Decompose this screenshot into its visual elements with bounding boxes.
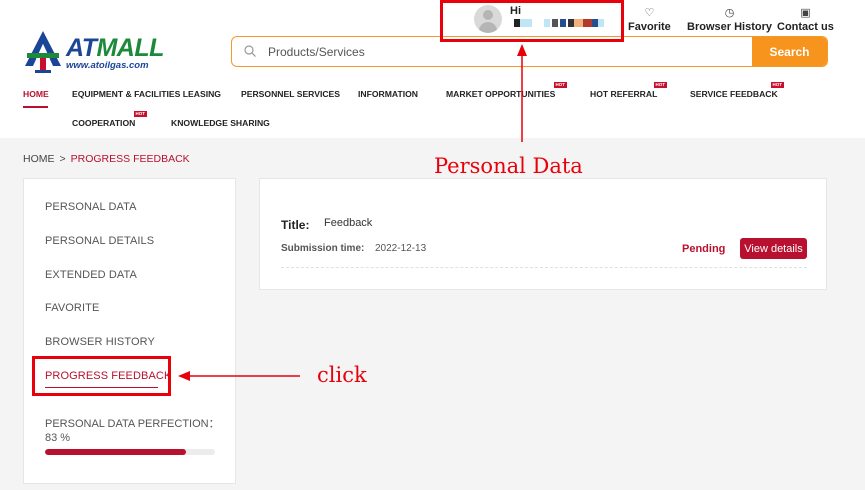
perfection-progress-bar	[45, 449, 215, 455]
heart-icon: ♡	[644, 7, 655, 19]
personal-data-annotation: Personal Data	[434, 154, 583, 178]
nav-information[interactable]: INFORMATION	[358, 89, 418, 99]
sidebar-item-favorite[interactable]: FAVORITE	[45, 302, 99, 314]
hot-badge: HOT	[554, 82, 567, 88]
perfection-label-text: PERSONAL DATA PERFECTION：	[45, 418, 220, 430]
status-badge: Pending	[682, 243, 726, 255]
search-button[interactable]: Search	[752, 37, 827, 66]
submission-time-label: Submission time:	[281, 243, 365, 254]
view-details-button[interactable]: View details	[740, 238, 807, 259]
nav-equipment[interactable]: EQUIPMENT & FACILITIES LEASING	[72, 89, 221, 99]
logo-mark-icon	[25, 31, 61, 73]
search-icon	[244, 45, 256, 57]
page: ATMALL www.atoilgas.com Hi ♡ Favorite ◷ …	[0, 0, 865, 490]
nav-market-opportunities[interactable]: MARKET OPPORTUNITIES	[446, 89, 555, 99]
personal-data-highlight-box	[440, 0, 624, 42]
perfection-value: 83 %	[45, 432, 71, 444]
perfection-progress-fill	[45, 449, 187, 455]
contact-icon: ▣	[800, 7, 811, 19]
feedback-card: Title: Feedback Submission time: 2022-12…	[259, 178, 827, 290]
submission-time-value: 2022-12-13	[375, 243, 427, 254]
breadcrumb-separator: >	[59, 153, 66, 165]
site-header: ATMALL www.atoilgas.com Hi ♡ Favorite ◷ …	[0, 0, 865, 138]
brand-at: AT	[66, 34, 97, 62]
feedback-title-label: Title:	[281, 218, 310, 232]
nav-cooperation[interactable]: COOPERATION	[72, 118, 135, 128]
brand-url: www.atoilgas.com	[66, 60, 149, 71]
sidebar-item-browser-history[interactable]: BROWSER HISTORY	[45, 336, 155, 348]
breadcrumb-home[interactable]: HOME	[23, 153, 55, 165]
favorite-link[interactable]: ♡ Favorite	[628, 7, 671, 34]
click-annotation: click	[317, 363, 367, 387]
hot-badge: HOT	[771, 82, 784, 88]
clock-icon: ◷	[724, 7, 735, 19]
card-divider	[281, 267, 807, 268]
breadcrumb: HOME > PROGRESS FEEDBACK	[23, 153, 190, 165]
hot-badge: HOT	[134, 111, 147, 117]
nav-home-underline	[23, 106, 48, 108]
brand-mall: MALL	[96, 34, 164, 62]
nav-home[interactable]: HOME	[23, 89, 49, 99]
brand-name: ATMALL	[66, 34, 164, 62]
account-sidebar: PERSONAL DATA PERSONAL DETAILS EXTENDED …	[23, 178, 236, 484]
browser-history-label: Browser History	[687, 21, 772, 33]
breadcrumb-current: PROGRESS FEEDBACK	[70, 153, 190, 165]
sidebar-item-personal-data[interactable]: PERSONAL DATA	[45, 201, 137, 213]
contact-label: Contact us	[777, 21, 834, 33]
nav-personnel[interactable]: PERSONNEL SERVICES	[241, 89, 340, 99]
site-logo[interactable]: ATMALL www.atoilgas.com	[22, 30, 182, 74]
nav-service-feedback[interactable]: SERVICE FEEDBACK	[690, 89, 778, 99]
favorite-label: Favorite	[628, 21, 671, 33]
sidebar-item-extended-data[interactable]: EXTENDED DATA	[45, 269, 137, 281]
nav-hot-referral[interactable]: HOT REFERRAL	[590, 89, 657, 99]
hot-badge: HOT	[654, 82, 667, 88]
feedback-title-value: Feedback	[324, 217, 373, 229]
nav-knowledge-sharing[interactable]: KNOWLEDGE SHARING	[171, 118, 270, 128]
perfection-label: PERSONAL DATA PERFECTION： 83 %	[45, 417, 225, 445]
browser-history-link[interactable]: ◷ Browser History	[687, 7, 772, 34]
progress-feedback-highlight-box	[32, 356, 171, 396]
contact-link[interactable]: ▣ Contact us	[777, 7, 834, 34]
sidebar-item-personal-details[interactable]: PERSONAL DETAILS	[45, 235, 154, 247]
